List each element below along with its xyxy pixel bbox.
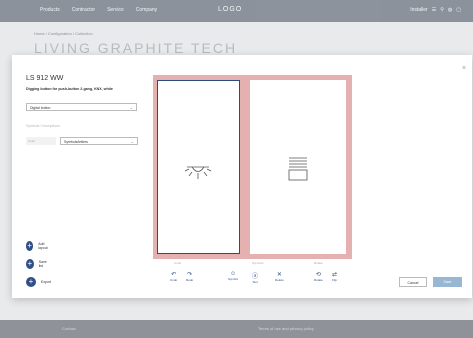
light-icon [184,166,212,179]
delete-label: Delete [275,278,284,282]
menu-icon[interactable]: ☰ [432,7,436,13]
delete-icon: ✕ [276,272,282,278]
nav-item-contractor[interactable]: Contractor [72,7,95,13]
rocker-left-selected[interactable] [157,80,240,254]
chevron-down-icon: ⌄ [129,105,133,110]
add-layout-label: Add layout [38,242,48,250]
flip-button[interactable]: ⇄ Flip [332,271,337,282]
installer-link[interactable]: Installer [410,7,428,13]
page-footer: Contact Terms of use and privacy policy [0,320,473,338]
text-label: Text [252,280,258,284]
nav-item-products[interactable]: Products [40,7,60,13]
text-icon: ⓐ [252,274,259,280]
symbol-type-value: Symbols/letters [64,140,88,144]
text-button[interactable]: ⓐ Text [252,271,258,284]
rotate-label: Rotate [314,278,323,282]
undo-button[interactable]: ↶ Undo [170,271,177,282]
nav-item-company[interactable]: Company [136,7,157,13]
export-button[interactable]: + Export [26,277,51,287]
topbar-utilities: Installer ☰ ⚲ ◍ ▢ [410,7,461,13]
plus-icon: + [26,277,36,287]
undo-icon: ↶ [171,272,177,278]
symbol-label: Symbol [228,277,239,281]
brand-logo[interactable]: LOGO [218,6,242,13]
rocker-right[interactable] [250,80,346,254]
main-nav: Products Contractor Service Company [40,7,157,13]
symbol-type-select[interactable]: Symbols/letters ⌄ [60,137,138,145]
globe-icon[interactable]: ◍ [448,7,452,13]
cart-icon[interactable]: ▢ [456,7,461,13]
save-button[interactable]: Save [433,277,462,287]
top-navigation-bar: Products Contractor Service Company LOGO… [0,0,473,22]
product-name: LS 912 WW [26,75,64,82]
redo-label: Redo [186,278,194,282]
toolbar-group-rotate: Rotate [314,261,323,265]
plus-icon: + [26,241,34,251]
toolbar-group-symbols: Symbols [252,261,264,265]
configurator-modal: × LS 912 WW Digging button for push-butt… [12,55,472,298]
button-type-select[interactable]: Digital button ⌄ [26,103,137,111]
delete-button[interactable]: ✕ Delete [275,271,284,282]
undo-label: Undo [170,278,178,282]
breadcrumb[interactable]: Home / Configuration / Collection [34,31,93,36]
product-subtitle: Digging button for push-button 2-gang, K… [26,87,113,91]
color-box[interactable]: Color [26,137,56,145]
section-label: Symbols / inscriptions [26,124,60,128]
plus-icon: + [26,259,34,269]
nav-item-service[interactable]: Service [107,7,124,13]
redo-button[interactable]: ↷ Redo [186,271,193,282]
search-icon[interactable]: ⚲ [440,7,444,13]
export-label: Export [41,280,52,284]
save-list-label: Save list [38,260,47,268]
symbol-button[interactable]: ☺ Symbol [228,271,238,281]
chevron-down-icon: ⌄ [130,139,134,144]
cancel-button[interactable]: Cancel [399,277,427,287]
flip-icon: ⇄ [332,272,338,278]
page-title: LIVING GRAPHITE TECH [34,40,238,56]
flip-label: Flip [332,278,337,282]
add-layout-button[interactable]: + Add layout [26,241,50,251]
editor-toolbar: Undo Symbols Rotate ↶ Undo ↷ Redo ☺ Symb… [152,259,352,293]
close-icon[interactable]: × [462,65,466,72]
toolbar-group-undo: Undo [174,261,182,265]
button-type-value: Digital button [30,106,51,110]
redo-icon: ↷ [187,272,193,278]
rotate-button[interactable]: ⟲ Rotate [314,271,323,282]
footer-contact-link[interactable]: Contact [62,326,76,331]
footer-legal-link[interactable]: Terms of use and privacy policy [258,326,314,331]
blinds-icon [288,157,308,181]
save-list-button[interactable]: + Save list [26,259,49,269]
rotate-icon: ⟲ [315,272,321,278]
